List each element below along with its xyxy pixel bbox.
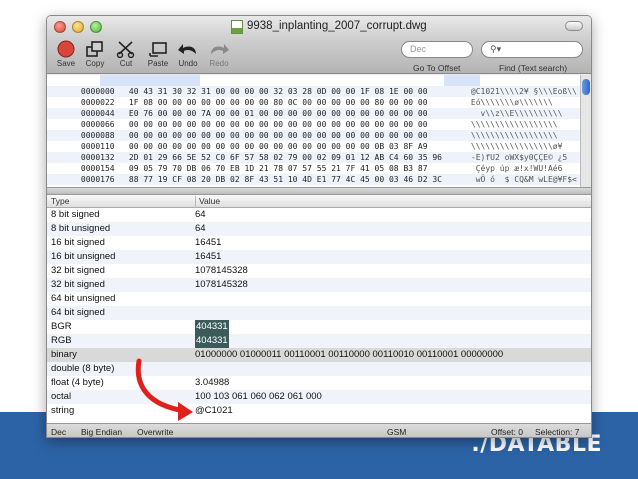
- save-button[interactable]: Save: [55, 40, 77, 68]
- document-icon: [231, 20, 243, 34]
- save-label: Save: [56, 59, 76, 68]
- ascii-selection: [444, 75, 480, 86]
- toolbar-toggle-button[interactable]: [565, 21, 583, 31]
- hex-row[interactable]: 0000022 1F 08 00 00 00 00 00 00 00 00 80 …: [52, 86, 553, 107]
- status-selection: Selection: 7: [535, 427, 580, 437]
- find-input[interactable]: ⚲▾: [481, 41, 583, 58]
- redo-icon: [211, 44, 229, 54]
- close-window-button[interactable]: [54, 21, 66, 33]
- hex-row[interactable]: 0000044 E0 76 00 00 00 7A 00 00 01 00 00 …: [52, 97, 563, 118]
- status-base[interactable]: Dec: [51, 427, 66, 437]
- hex-scrollbar[interactable]: [580, 75, 591, 187]
- paste-button[interactable]: Paste: [145, 40, 171, 68]
- redo-button[interactable]: Redo: [206, 40, 232, 68]
- hex-bytes[interactable]: 88 77 19 CF 08 20 DB 02 8F 43 51 10 4D E…: [129, 174, 471, 185]
- status-endian[interactable]: Big Endian: [81, 427, 122, 437]
- hex-row[interactable]: 0000110 00 00 00 00 00 00 00 00 00 00 00 …: [52, 130, 563, 151]
- hex-view[interactable]: 0000000 40 43 31 30 32 31 00 00 00 00 32 …: [47, 75, 582, 187]
- paste-icon: [149, 42, 167, 57]
- hex-row[interactable]: 0000176 88 77 19 CF 08 20 DB 02 8F 43 51 …: [52, 163, 577, 184]
- minimize-window-button[interactable]: [72, 21, 84, 33]
- hex-offset: 0000176: [80, 175, 115, 184]
- hex-row[interactable]: 0000132 2D 01 29 66 5E 52 C0 6F 57 58 02 …: [52, 141, 567, 162]
- save-icon: [57, 40, 75, 58]
- status-bar: Dec Big Endian Overwrite GSM Offset: 0 S…: [47, 423, 591, 437]
- search-icon: ⚲▾: [490, 44, 502, 54]
- undo-button[interactable]: Undo: [175, 40, 201, 68]
- undo-icon: [178, 44, 196, 54]
- status-offset: Offset: 0: [491, 427, 523, 437]
- copy-label: Copy: [85, 59, 105, 68]
- zoom-window-button[interactable]: [90, 21, 102, 33]
- copy-icon: [86, 41, 103, 57]
- hex-row[interactable]: 0000066 00 00 00 00 00 00 00 00 00 00 00 …: [52, 108, 558, 129]
- find-label: Find (Text search): [499, 63, 568, 73]
- undo-label: Undo: [178, 59, 198, 68]
- scroll-thumb[interactable]: [582, 79, 590, 95]
- cut-label: Cut: [119, 59, 133, 68]
- split-divider[interactable]: [47, 187, 591, 195]
- redo-label: Redo: [209, 59, 229, 68]
- toolbar: Save Copy Cut Paste Undo Redo Dec Go To …: [47, 38, 591, 74]
- paste-label: Paste: [147, 59, 169, 68]
- status-mode[interactable]: Overwrite: [137, 427, 173, 437]
- copy-button[interactable]: Copy: [83, 40, 107, 68]
- title-bar: 9938_inplanting_2007_corrupt.dwg: [47, 16, 591, 38]
- hex-ascii[interactable]: wÖ ó $ CQ&M wLE@¥F$<: [471, 174, 577, 185]
- cut-button[interactable]: Cut: [115, 40, 137, 68]
- hex-row[interactable]: 0000088 00 00 00 00 00 00 00 00 00 00 00 …: [52, 119, 558, 140]
- hex-row[interactable]: 0000154 09 05 79 70 DB 06 70 EB 1D 21 78 …: [52, 152, 563, 173]
- scissors-icon: [116, 41, 135, 58]
- annotation-arrow: [135, 358, 193, 421]
- offset-input[interactable]: Dec: [401, 41, 473, 58]
- hex-editor-window: 9938_inplanting_2007_corrupt.dwg Save Co…: [46, 15, 592, 438]
- status-encoding[interactable]: GSM: [387, 427, 406, 437]
- data-inspector-table: Type Value 8 bit signed 64 8 bit unsigned…: [47, 195, 591, 423]
- window-title: 9938_inplanting_2007_corrupt.dwg: [247, 20, 427, 32]
- offset-label: Go To Offset: [413, 63, 461, 73]
- hex-selection: [100, 75, 200, 86]
